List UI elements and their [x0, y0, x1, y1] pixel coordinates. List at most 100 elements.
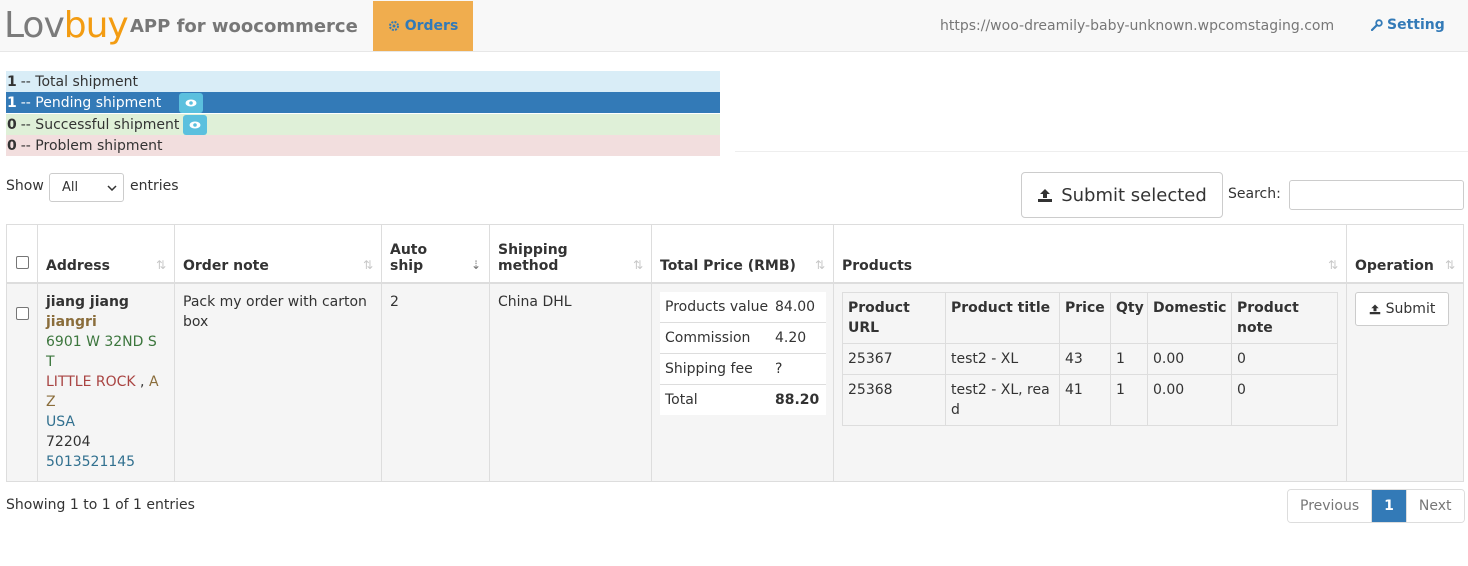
products-header: Domestic — [1148, 293, 1232, 343]
shipping-method-value: China DHL — [498, 294, 572, 310]
eye-icon — [189, 121, 201, 128]
operation-cell: Submit — [1347, 284, 1463, 481]
address-name: jiang jiang — [46, 294, 129, 310]
view-successful-button[interactable] — [183, 114, 208, 135]
search-input[interactable] — [1289, 180, 1464, 210]
tab-orders[interactable]: Orders — [373, 1, 473, 51]
wrench-icon — [1371, 19, 1383, 31]
view-pending-button[interactable] — [179, 92, 204, 113]
orders-table: Address ⇅ Order note ⇅ Auto ship ⇣ Shipping… — [6, 224, 1464, 482]
order-note-cell: Pack my order with carton box — [175, 284, 382, 481]
column-header-operation[interactable]: Operation ⇅ — [1347, 225, 1463, 282]
price-value: 84.00 — [775, 299, 816, 315]
products-header: Product URL — [843, 293, 946, 343]
sort-icon: ⇅ — [814, 258, 825, 272]
product-qty: 1 — [1111, 375, 1148, 425]
page-button-1[interactable]: 1 — [1372, 490, 1407, 522]
select-all-cell — [7, 225, 38, 282]
column-header-shipping-method[interactable]: Shipping method ⇅ — [490, 225, 652, 282]
sort-icon: ⇅ — [1327, 258, 1338, 272]
price-row: Commission 4.20 — [660, 322, 826, 353]
status-count: 0 — [7, 116, 17, 133]
status-total-shipment: 1 -- Total shipment — [6, 71, 720, 92]
entries-length-value: All — [62, 180, 79, 195]
table-info: Showing 1 to 1 of 1 entries — [6, 497, 195, 513]
row-checkbox[interactable] — [15, 307, 29, 320]
products-cell: Product URL Product title Price Qty Dome… — [834, 284, 1347, 481]
price-value: 4.20 — [775, 330, 807, 346]
address-line2: jiangri — [46, 314, 97, 330]
price-row: Total 88.20 — [660, 384, 826, 415]
column-header-address[interactable]: Address ⇅ — [38, 225, 175, 282]
sort-icon: ⇅ — [362, 258, 373, 272]
product-url: 25367 — [843, 344, 946, 374]
price-total-value: 88.20 — [775, 392, 820, 408]
site-url: https://woo-dreamily-baby-unknown.wpcoms… — [940, 18, 1335, 34]
address-phone: 5013521145 — [46, 454, 136, 470]
product-title: test2 - XL — [946, 344, 1060, 374]
select-all-checkbox[interactable] — [15, 256, 29, 269]
address-country: USA — [46, 414, 75, 430]
product-domestic: 0.00 — [1148, 344, 1232, 374]
sort-icon: ⇅ — [1444, 258, 1455, 272]
column-header-total-price[interactable]: Total Price (RMB) ⇅ — [652, 225, 834, 282]
status-label: -- Successful shipment — [20, 116, 180, 133]
auto-ship-cell: 2 — [382, 284, 490, 481]
chevron-down-icon — [107, 184, 117, 191]
show-label: Show — [6, 178, 44, 194]
address-street: 6901 W 32ND ST — [46, 334, 157, 370]
column-header-products[interactable]: Products ⇅ — [834, 225, 1347, 282]
price-row: Products value 84.00 — [660, 292, 826, 322]
entries-length-select[interactable]: All — [49, 173, 124, 202]
divider — [735, 151, 1468, 152]
column-header-label: Auto ship — [390, 242, 428, 274]
address-cell: jiang jiang jiangri 6901 W 32ND ST LITTL… — [38, 284, 175, 481]
product-price: 41 — [1060, 375, 1111, 425]
product-qty: 1 — [1111, 344, 1148, 374]
column-header-order-note[interactable]: Order note ⇅ — [175, 225, 382, 282]
previous-page-button[interactable]: Previous — [1288, 490, 1373, 522]
status-count: 1 — [7, 94, 17, 111]
price-value: ? — [775, 361, 783, 377]
setting-link[interactable]: Setting — [1371, 17, 1445, 33]
product-note: 0 — [1237, 382, 1246, 398]
products-header: Qty — [1111, 293, 1148, 343]
status-label: -- Pending shipment — [20, 94, 162, 111]
product-price: 43 — [1060, 344, 1111, 374]
product-url: 25368 — [843, 375, 946, 425]
product-domestic: 0.00 — [1148, 375, 1232, 425]
column-header-label: Address — [46, 258, 110, 274]
app-title[interactable]: APP for woocommerce — [130, 16, 358, 37]
address-city: LITTLE ROCK — [46, 374, 136, 390]
status-label: -- Problem shipment — [20, 137, 163, 154]
products-header: Price — [1060, 293, 1111, 343]
status-problem-shipment: 0 -- Problem shipment — [6, 135, 720, 156]
column-header-auto-ship[interactable]: Auto ship ⇣ — [382, 225, 490, 282]
sort-desc-icon: ⇣ — [470, 258, 481, 272]
submit-order-button[interactable]: Submit — [1355, 292, 1449, 326]
submit-selected-label: Submit selected — [1061, 184, 1207, 206]
total-price-cell: Products value 84.00 Commission 4.20 Shipp… — [652, 284, 834, 481]
status-successful-shipment: 0 -- Successful shipment — [6, 114, 720, 135]
auto-ship-value: 2 — [390, 294, 399, 310]
status-count: 0 — [7, 137, 17, 154]
products-row: 25367 test2 - XL 43 1 0.00 0 — [843, 343, 1337, 374]
setting-label: Setting — [1387, 17, 1445, 33]
product-note: 0 — [1237, 351, 1246, 367]
search-label: Search: — [1228, 186, 1281, 202]
status-label: -- Total shipment — [20, 73, 139, 90]
products-header-row: Product URL Product title Price Qty Dome… — [843, 293, 1337, 343]
order-note: Pack my order with carton box — [183, 294, 367, 330]
column-header-label: Total Price (RMB) — [660, 258, 796, 274]
price-row: Shipping fee? — [660, 353, 826, 384]
price-label: Commission — [665, 330, 751, 346]
column-header-label: Operation — [1355, 258, 1434, 274]
pagination: Previous 1 Next — [1287, 489, 1465, 523]
next-page-button[interactable]: Next — [1406, 490, 1464, 522]
upload-icon — [1369, 304, 1380, 315]
lovbuy-logo[interactable]: Lovbuy — [4, 6, 129, 46]
submit-selected-button[interactable]: Submit selected — [1021, 172, 1223, 218]
price-label: Products value — [665, 299, 769, 315]
address-city-state: LITTLE ROCK , AZ — [46, 374, 159, 410]
upload-icon — [1038, 189, 1053, 202]
